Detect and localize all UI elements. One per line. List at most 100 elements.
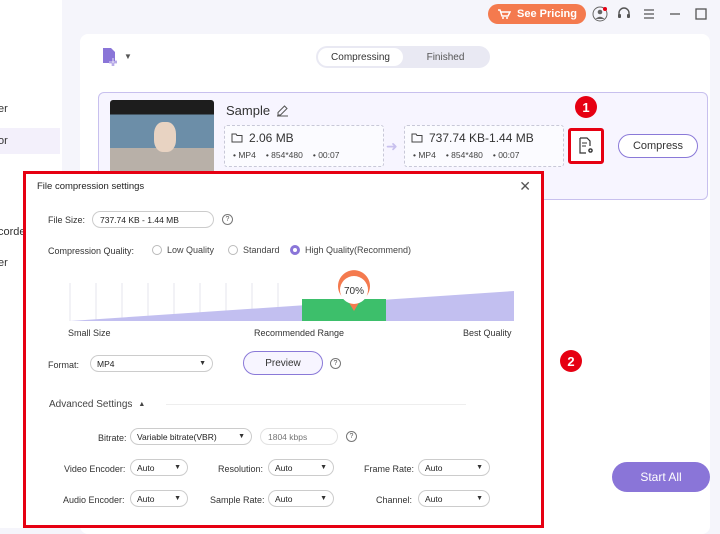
output-info: 737.74 KB-1.44 MB • MP4 • 854*480 • 00:0… [404,125,564,167]
sidebar-item-1[interactable]: er [0,103,8,115]
file-size-label: File Size: [48,215,86,225]
quality-label: Compression Quality: [48,246,135,256]
help-icon[interactable]: ? [330,358,341,369]
preview-button[interactable]: Preview [243,351,323,375]
chevron-down-icon: ▼ [476,464,483,471]
menu-icon[interactable] [640,5,658,23]
see-pricing-label: See Pricing [517,8,577,20]
folder-icon [411,133,423,143]
callout-badge-2: 2 [560,350,582,372]
format-select[interactable]: MP4 ▼ [90,355,213,372]
frame-rate-value: Auto [425,462,443,473]
compress-button[interactable]: Compress [618,134,698,158]
slider-left-label: Small Size [68,328,111,338]
add-file-button[interactable]: ▼ [100,46,132,66]
chevron-down-icon: ▼ [174,464,181,471]
start-all-button[interactable]: Start All [612,462,710,492]
edit-icon[interactable] [276,104,289,117]
channel-select[interactable]: Auto ▼ [418,490,490,507]
sample-rate-select[interactable]: Auto ▼ [268,490,334,507]
resolution-label: Resolution: [218,464,264,474]
video-encoder-label: Video Encoder: [64,464,126,474]
sidebar-item-3[interactable]: corde [0,226,26,238]
radio-dot-selected [290,245,300,255]
video-encoder-value: Auto [137,462,155,473]
file-name-label: Sample [226,103,271,118]
sample-rate-label: Sample Rate: [210,495,265,505]
advanced-settings-label: Advanced Settings [49,399,133,410]
radio-dot [152,245,162,255]
close-icon[interactable]: ✕ [519,178,531,195]
frame-rate-select[interactable]: Auto ▼ [418,459,490,476]
callout-badge-1: 1 [575,96,597,118]
sidebar-item-2[interactable]: or [0,128,60,154]
frame-rate-label: Frame Rate: [364,464,415,474]
original-size: 2.06 MB [249,131,294,145]
help-icon[interactable]: ? [222,214,233,225]
file-name: Sample [226,103,289,118]
channel-label: Channel: [376,495,413,505]
chevron-down-icon: ▼ [320,464,327,471]
radio-label: Low Quality [167,245,215,255]
radio-low-quality[interactable]: Low Quality [152,245,214,255]
minimize-icon[interactable] [666,5,684,23]
sidebar-item-4[interactable]: er [0,257,8,269]
settings-file-icon [579,137,593,154]
audio-encoder-value: Auto [137,493,155,504]
slider-right-label: Best Quality [463,328,512,338]
sample-rate-value: Auto [275,493,293,504]
help-icon[interactable]: ? [346,431,357,442]
add-file-icon [103,48,117,66]
output-format: • MP4 [413,150,436,160]
original-info: 2.06 MB • MP4 • 854*480 • 00:07 [224,125,384,167]
bitrate-value: Variable bitrate(VBR) [137,431,217,442]
original-duration: • 00:07 [312,150,340,160]
resolution-value: Auto [275,462,293,473]
maximize-icon[interactable] [692,5,710,23]
advanced-settings-toggle[interactable]: Advanced Settings ▲ [49,399,152,410]
bitrate-select[interactable]: Variable bitrate(VBR) ▼ [130,428,252,445]
status-tabs: Compressing Finished [316,46,490,68]
chevron-down-icon: ▼ [238,433,245,440]
chevron-down-icon: ▼ [174,495,181,502]
chevron-up-icon: ▲ [138,401,146,408]
headset-icon[interactable] [615,5,633,23]
file-size-field[interactable]: 737.74 KB - 1.44 MB [92,211,214,228]
quality-slider[interactable]: 70% [66,269,526,329]
chevron-down-icon: ▼ [320,495,327,502]
output-duration: • 00:07 [492,150,520,160]
slider-mid-label: Recommended Range [254,328,345,338]
compression-settings-button[interactable] [568,128,604,164]
arrow-right-icon: ➜ [386,138,398,154]
folder-icon [231,133,243,143]
see-pricing-button[interactable]: See Pricing [488,4,586,24]
audio-encoder-select[interactable]: Auto ▼ [130,490,188,507]
recommended-range [302,299,386,321]
resolution-select[interactable]: Auto ▼ [268,459,334,476]
user-icon[interactable] [591,5,609,23]
bitrate-label: Bitrate: [98,433,127,443]
format-label: Format: [48,360,80,370]
channel-value: Auto [425,493,443,504]
chevron-down-icon: ▼ [199,360,206,367]
divider [166,404,466,405]
radio-standard[interactable]: Standard [228,245,280,255]
tab-compressing[interactable]: Compressing [318,48,403,66]
cart-icon [498,9,512,19]
radio-label: High Quality(Recommend) [305,245,412,255]
original-resolution: • 854*480 [265,150,303,160]
slider-track [70,291,514,321]
chevron-down-icon: ▼ [476,495,483,502]
radio-dot [228,245,238,255]
output-resolution: • 854*480 [445,150,483,160]
video-encoder-select[interactable]: Auto ▼ [130,459,188,476]
output-size: 737.74 KB-1.44 MB [429,131,534,145]
tab-finished[interactable]: Finished [403,48,488,66]
radio-high-quality[interactable]: High Quality(Recommend) [290,245,411,255]
dialog-title: File compression settings [37,181,145,192]
bitrate-input[interactable] [260,428,338,445]
video-thumbnail [110,100,214,180]
original-format: • MP4 [233,150,256,160]
radio-label: Standard [243,245,280,255]
compression-settings-dialog: File compression settings ✕ File Size: 7… [23,171,544,528]
